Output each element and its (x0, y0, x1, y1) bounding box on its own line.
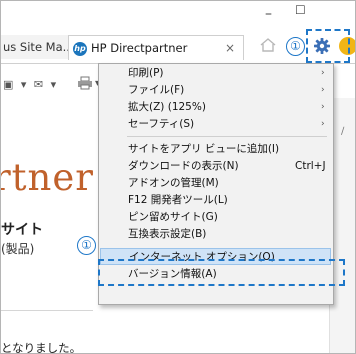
submenu-arrow-icon: › (321, 102, 325, 112)
menu-item-label: アドオンの管理(M) (128, 177, 219, 189)
menu-item-label: セーフティ(S) (128, 118, 195, 130)
step-callout-internet-options: ① (77, 236, 96, 255)
menu-item-view-downloads[interactable]: ダウンロードの表示(N) Ctrl+J (100, 158, 331, 175)
menu-item-label: ファイル(F) (128, 84, 185, 96)
internet-options-highlight-box (98, 259, 345, 286)
step-callout-gear: ① (286, 37, 305, 56)
menu-item-label: F12 開発者ツール(L) (128, 194, 228, 206)
menu-item-label: ピン留めサイト(G) (128, 211, 218, 223)
divider (1, 310, 93, 311)
home-icon[interactable] (259, 36, 277, 54)
tab-label: us Site Ma... (3, 40, 69, 54)
menu-item-label: サイトをアプリ ビューに追加(I) (128, 143, 280, 155)
print-icon[interactable] (77, 76, 93, 90)
brand-heading: rtner (0, 156, 94, 199)
menu-item-file[interactable]: ファイル(F) › (100, 82, 331, 99)
page-toolbar-icons[interactable]: ▣ ▾ ✉ ▾ (3, 78, 58, 91)
menu-item-label: ダウンロードの表示(N) (128, 160, 239, 172)
submenu-arrow-icon: › (321, 85, 325, 95)
site-subheading: (製品) (1, 242, 35, 256)
menu-item-dev-tools[interactable]: F12 開発者ツール(L) (100, 192, 331, 209)
menu-item-zoom[interactable]: 拡大(Z) (125%) › (100, 99, 331, 116)
menu-item-manage-addons[interactable]: アドオンの管理(M) (100, 175, 331, 192)
menu-item-label: 互換表示設定(B) (128, 228, 207, 240)
minimize-button[interactable]: – (265, 7, 272, 21)
menu-item-safety[interactable]: セーフティ(S) › (100, 116, 331, 133)
submenu-arrow-icon: › (321, 119, 325, 129)
menu-item-label: 印刷(P) (128, 67, 164, 79)
menu-item-label: 拡大(Z) (125%) (128, 101, 206, 113)
menu-item-add-site-to-apps[interactable]: サイトをアプリ ビューに追加(I) (100, 141, 331, 158)
browser-window: – ☐ us Site Ma... hp HP Directpartner × ▣… (0, 0, 356, 354)
menu-item-print[interactable]: 印刷(P) › (100, 65, 331, 82)
maximize-button[interactable]: ☐ (295, 3, 306, 17)
tab-close-icon[interactable]: × (225, 36, 235, 60)
scroll-mark-icon: ∕ (341, 126, 345, 137)
menu-item-pinned-sites[interactable]: ピン留めサイト(G) (100, 209, 331, 226)
gear-highlight-box (306, 29, 350, 63)
tab-label: HP Directpartner (91, 41, 188, 55)
notice-text: となりました。 (1, 341, 82, 354)
submenu-arrow-icon: › (321, 68, 325, 78)
title-bar: – ☐ (1, 1, 355, 31)
hp-logo-icon: hp (73, 41, 87, 56)
tab-other[interactable]: us Site Ma... (1, 35, 69, 59)
site-heading: サイト (1, 222, 43, 238)
menu-separator (127, 136, 327, 137)
menu-item-shortcut: Ctrl+J (295, 160, 326, 172)
tab-hp-directpartner[interactable]: hp HP Directpartner × (68, 35, 244, 60)
menu-item-compat-view[interactable]: 互換表示設定(B) (100, 226, 331, 243)
